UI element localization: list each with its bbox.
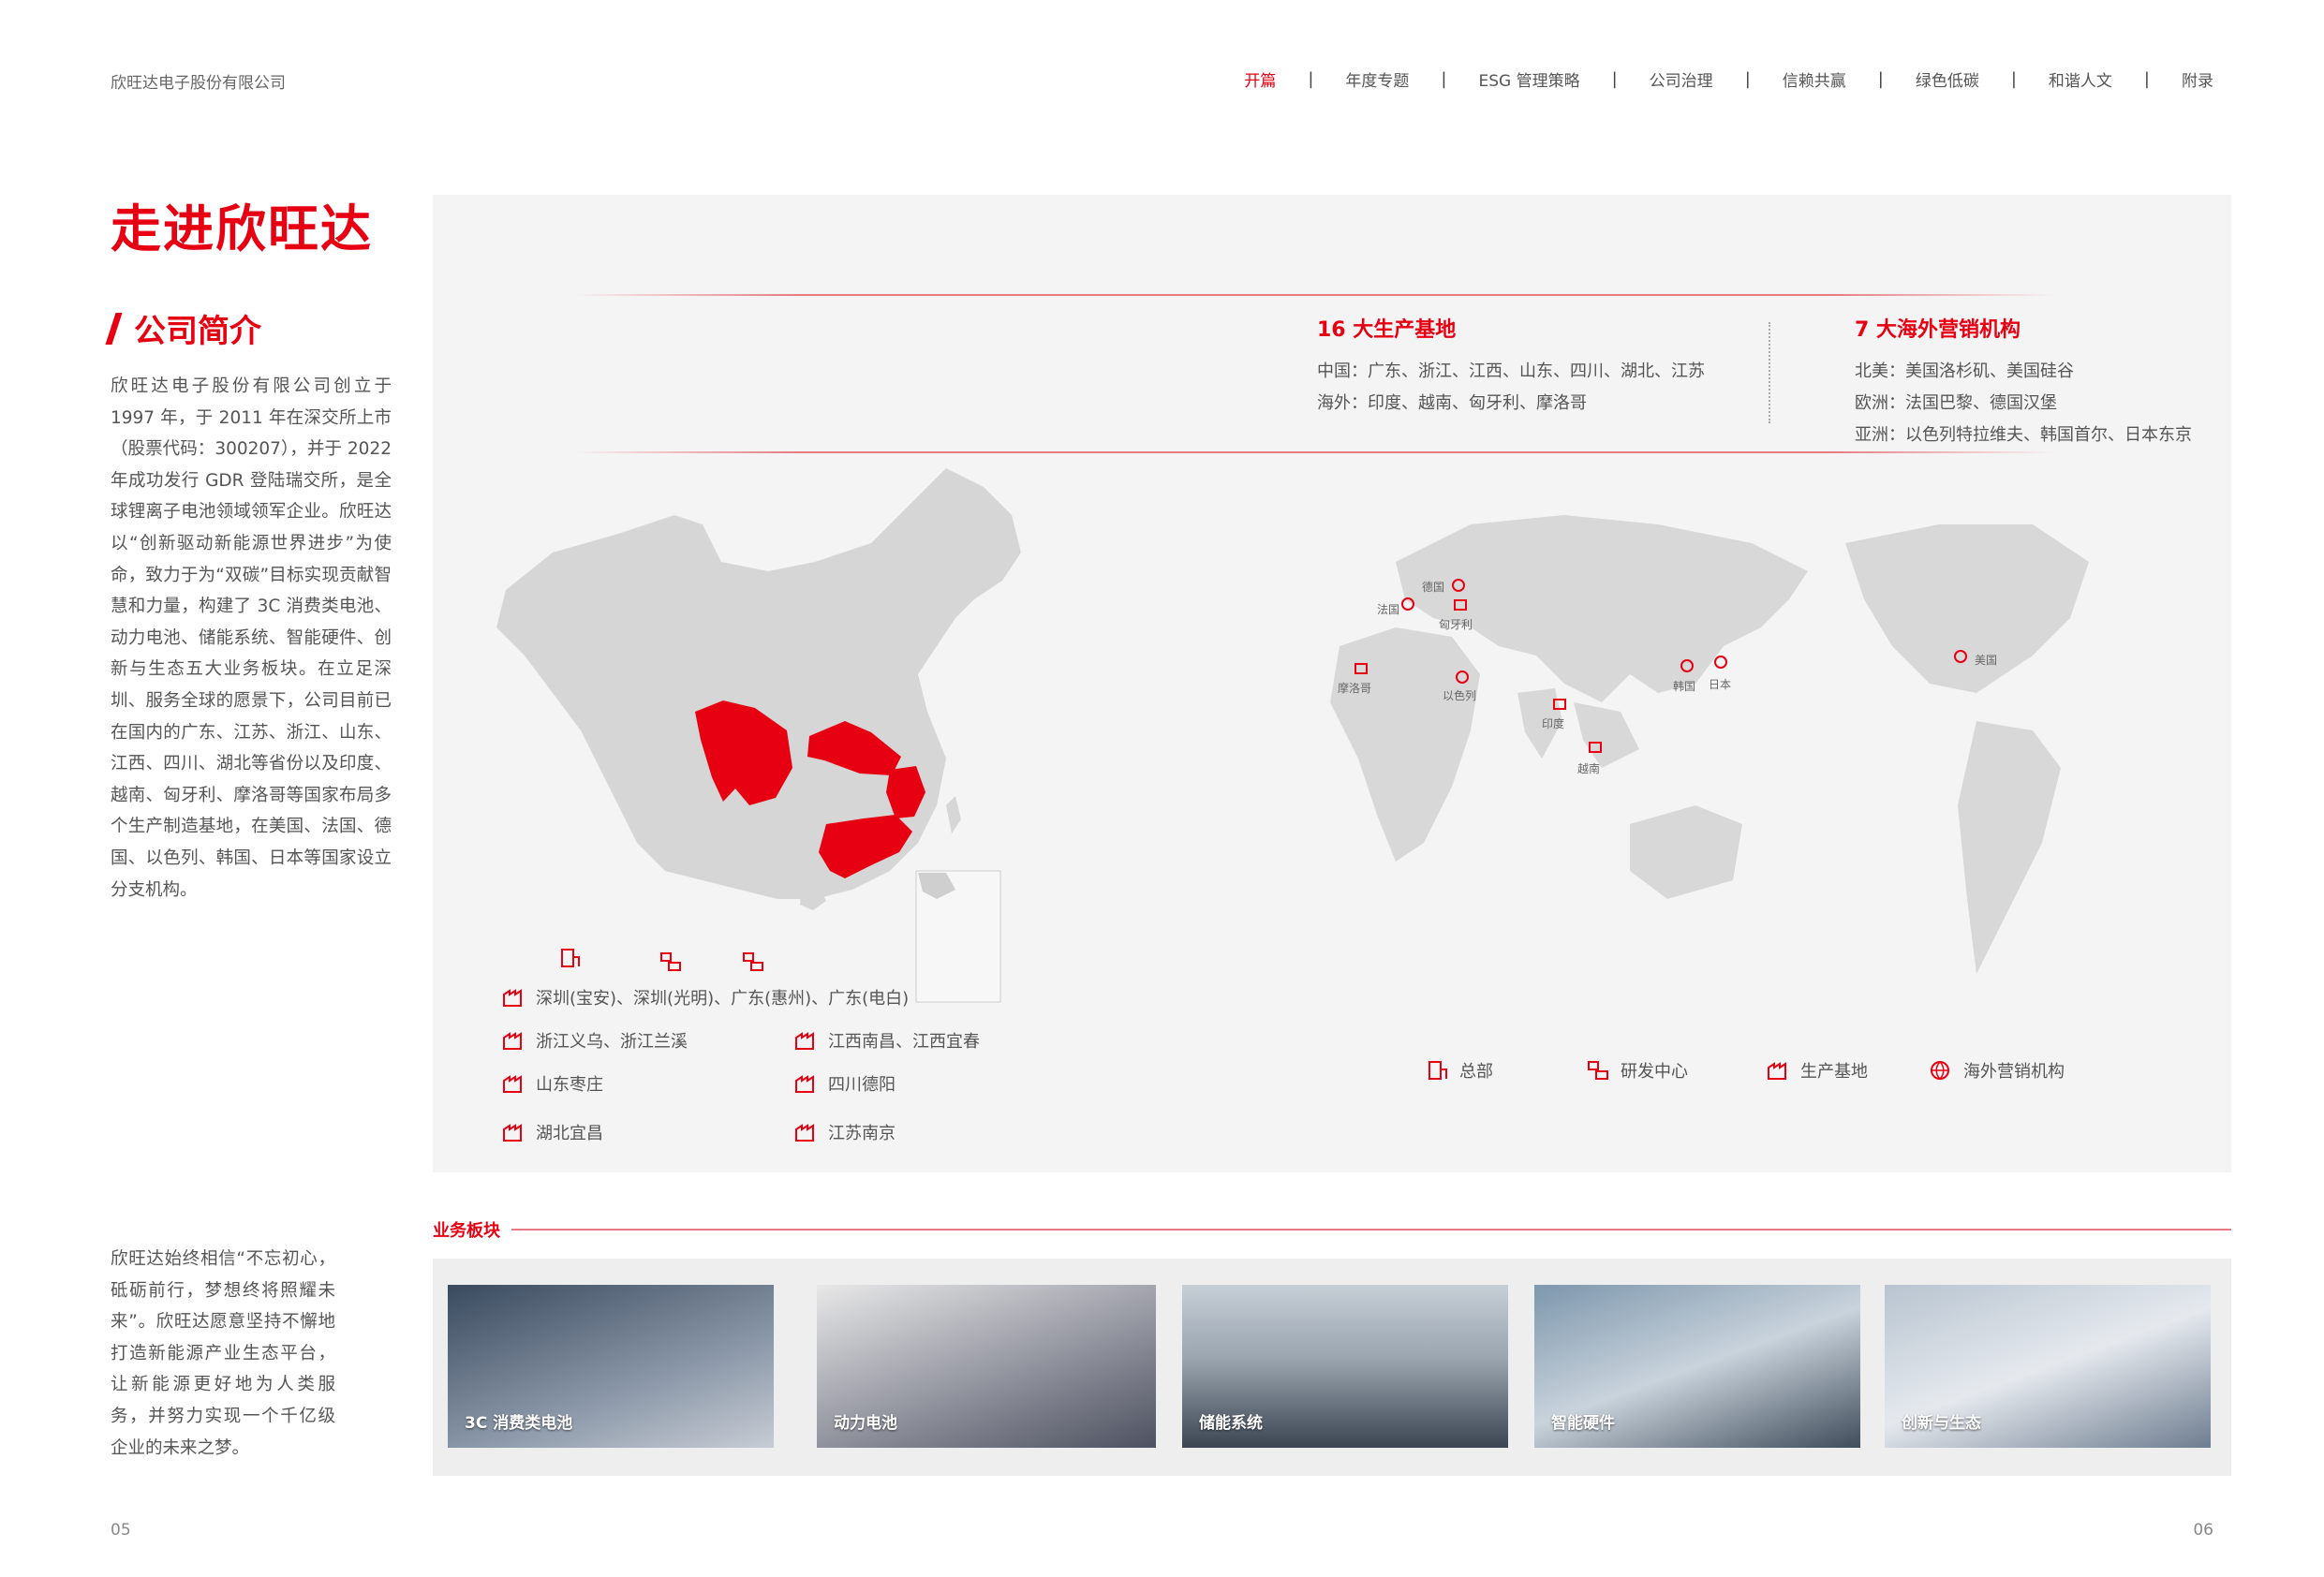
china-base-jiangxi: 江西南昌、江西宜春 (794, 1028, 980, 1053)
factory-icon (502, 987, 525, 1008)
marketing-asia: 亚洲：以色列特拉维夫、韩国首尔、日本东京 (1855, 425, 2192, 445)
nav-item-trust[interactable]: 信赖共赢 (1783, 67, 1846, 91)
dotted-divider (1769, 322, 1770, 423)
divider-line (573, 451, 2053, 453)
business-card-label: 创新与生态 (1902, 1414, 1981, 1433)
factory-icon (502, 1122, 525, 1142)
business-card-smart-hardware[interactable]: 智能硬件 (1534, 1285, 1860, 1448)
marketing-north-america: 北美：美国洛杉矶、美国硅谷 (1855, 361, 2074, 381)
factory-icon (1767, 1060, 1789, 1081)
nav-item-humanity[interactable]: 和谐人文 (2049, 67, 2112, 91)
landmass-south-america (1958, 721, 2061, 974)
factory-marker-morocco (1354, 663, 1368, 674)
production-bases-heading: 16 大生产基地 (1317, 318, 1457, 342)
label-israel: 以色列 (1443, 689, 1477, 702)
marketing-europe: 欧洲：法国巴黎、德国汉堡 (1855, 393, 2057, 413)
factory-marker-india (1553, 699, 1566, 710)
nav-item-esg-strategy[interactable]: ESG 管理策略 (1479, 67, 1580, 91)
business-card-energy-storage[interactable]: 储能系统 (1182, 1285, 1508, 1448)
landmass-north-america (1845, 524, 2089, 693)
china-base-zhejiang: 浙江义乌、浙江兰溪 (502, 1028, 688, 1053)
legend-rd-center: 研发中心 (1587, 1058, 1688, 1083)
business-card-label: 智能硬件 (1551, 1414, 1615, 1433)
legend-marketing-office: 海外营销机构 (1930, 1058, 2065, 1083)
label-japan: 日本 (1709, 678, 1732, 691)
nav-item-opening[interactable]: 开篇 (1244, 67, 1276, 91)
globe-icon (1930, 1060, 1952, 1081)
divider-line (573, 294, 2053, 296)
production-overseas: 海外：印度、越南、匈牙利、摩洛哥 (1317, 393, 1587, 413)
nav-item-annual-topic[interactable]: 年度专题 (1345, 67, 1409, 91)
production-china: 中国：广东、浙江、江西、山东、四川、湖北、江苏 (1317, 361, 1705, 381)
slash-mark-icon (105, 312, 123, 345)
business-section-title: 业务板块 (433, 1221, 500, 1241)
headquarters-icon (1426, 1060, 1448, 1081)
business-card-3c-battery[interactable]: 3C 消费类电池 (448, 1285, 774, 1448)
rd-center-icon (1587, 1060, 1609, 1081)
marketing-marker-israel (1456, 671, 1469, 684)
headquarters-icon (558, 948, 581, 972)
label-india: 印度 (1542, 717, 1565, 730)
business-card-power-battery[interactable]: 动力电池 (817, 1285, 1156, 1448)
china-base-hubei: 湖北宜昌 (502, 1120, 603, 1144)
world-map (1330, 515, 2089, 974)
china-base-guangdong: 深圳(宝安)、深圳(光明)、广东(惠州)、广东(电白) (502, 985, 909, 1010)
business-card-label: 动力电池 (834, 1414, 897, 1433)
nav-item-appendix[interactable]: 附录 (2182, 67, 2213, 91)
business-card-label: 3C 消费类电池 (465, 1414, 573, 1433)
company-name: 欣旺达电子股份有限公司 (111, 74, 286, 93)
page-number-left: 05 (111, 1521, 131, 1540)
factory-marker-vietnam (1589, 742, 1602, 753)
section-title-text: 公司简介 (134, 313, 261, 350)
page-number-right: 06 (2193, 1521, 2213, 1540)
marketing-marker-japan (1714, 656, 1727, 669)
china-map (496, 468, 1021, 1003)
closing-statement: 欣旺达始终相信“不忘初心，砥砺前行，梦想终将照耀未来”。欣旺达愿意坚持不懈地打造… (111, 1249, 335, 1458)
page-title: 走进欣旺达 (111, 199, 373, 258)
marketing-marker-germany (1452, 579, 1465, 592)
label-morocco: 摩洛哥 (1338, 682, 1372, 695)
rd-center-icon (742, 951, 764, 976)
business-card-label: 储能系统 (1199, 1414, 1263, 1433)
marketing-block: 7 大海外营销机构 北美：美国洛杉矶、美国硅谷 欧洲：法国巴黎、德国汉堡 亚洲：… (1855, 313, 2192, 451)
marketing-marker-korea (1680, 659, 1694, 672)
marketing-heading: 7 大海外营销机构 (1855, 318, 2021, 342)
factory-icon (502, 1073, 525, 1094)
label-usa: 美国 (1975, 654, 1998, 667)
label-hungary: 匈牙利 (1439, 618, 1473, 631)
nav-item-green[interactable]: 绿色低碳 (1916, 67, 1979, 91)
production-bases-block: 16 大生产基地 中国：广东、浙江、江西、山东、四川、湖北、江苏 海外：印度、越… (1317, 313, 1705, 420)
marketing-marker-usa (1954, 650, 1967, 663)
legend-headquarters: 总部 (1426, 1058, 1493, 1083)
china-base-jiangsu: 江苏南京 (794, 1120, 896, 1144)
rd-center-icon (659, 951, 682, 976)
business-divider (511, 1229, 2231, 1231)
landmass-southeast-asia (1574, 702, 1639, 768)
label-vietnam: 越南 (1577, 762, 1601, 775)
legend-production-base: 生产基地 (1767, 1058, 1868, 1083)
label-korea: 韩国 (1673, 680, 1696, 693)
marketing-marker-france (1401, 597, 1414, 611)
factory-icon (794, 1122, 817, 1142)
china-landmass (496, 468, 1021, 899)
factory-icon (502, 1030, 525, 1051)
taiwan-island (946, 796, 961, 833)
label-france: 法国 (1377, 603, 1400, 616)
factory-marker-hungary (1454, 599, 1467, 611)
section-title: 公司简介 (105, 305, 261, 351)
factory-icon (794, 1073, 817, 1094)
china-base-shandong: 山东枣庄 (502, 1071, 603, 1096)
factory-icon (794, 1030, 817, 1051)
label-germany: 德国 (1422, 581, 1445, 594)
nav-item-governance[interactable]: 公司治理 (1650, 67, 1713, 91)
landmass-australia (1630, 805, 1742, 899)
landmass-africa (1330, 627, 1480, 862)
business-card-innovation-ecosystem[interactable]: 创新与生态 (1885, 1285, 2211, 1448)
china-base-sichuan: 四川德阳 (794, 1071, 896, 1096)
top-nav: 开篇 | 年度专题 | ESG 管理策略 | 公司治理 | 信赖共赢 | 绿色低… (1244, 67, 2213, 91)
company-intro: 欣旺达电子股份有限公司创立于1997 年，于 2011 年在深交所上市（股票代码… (111, 376, 392, 900)
